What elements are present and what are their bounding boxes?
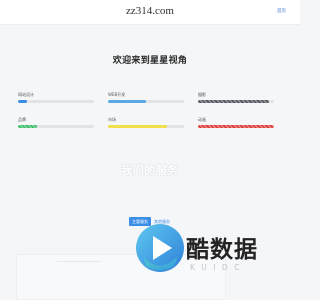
skill-bar-3: 摄影 [198,92,274,103]
watermark-text: 酷数据 [186,237,258,263]
skill-bar-2: WEB开发 [108,92,184,103]
welcome-heading: 欢迎来到星星视角 [112,56,188,66]
progress-track [108,125,184,128]
watermark-subtext: KUIDC [190,263,246,272]
skill-bar-5: 市场 [108,117,184,128]
nav-home-link[interactable]: 首页 [277,8,286,14]
watermark-logo-icon [136,224,184,272]
skill-bar-1: 网站设计 [18,92,94,103]
skill-label: 摄影 [198,92,206,97]
divider [57,261,101,262]
progress-fill [108,100,146,103]
progress-fill [18,125,37,128]
progress-fill [198,125,274,128]
progress-track [198,100,274,103]
top-bar: zz314.com 首页 [0,0,300,25]
progress-track [18,100,94,103]
progress-track [198,125,274,128]
progress-fill [18,100,28,103]
skill-bar-6: 动画 [198,117,274,128]
skill-label: WEB开发 [108,92,126,97]
skill-label: 市场 [108,117,116,122]
progress-track [18,125,94,128]
skill-label: 动画 [198,117,206,122]
skill-bar-4: 品牌 [18,117,94,128]
skill-label: 品牌 [18,117,26,122]
progress-track [108,100,184,103]
skill-label: 网站设计 [18,92,34,97]
progress-fill [108,125,167,128]
site-title[interactable]: zz314.com [0,5,300,17]
services-heading: 我们的服务 [121,164,179,177]
progress-fill [198,100,269,103]
